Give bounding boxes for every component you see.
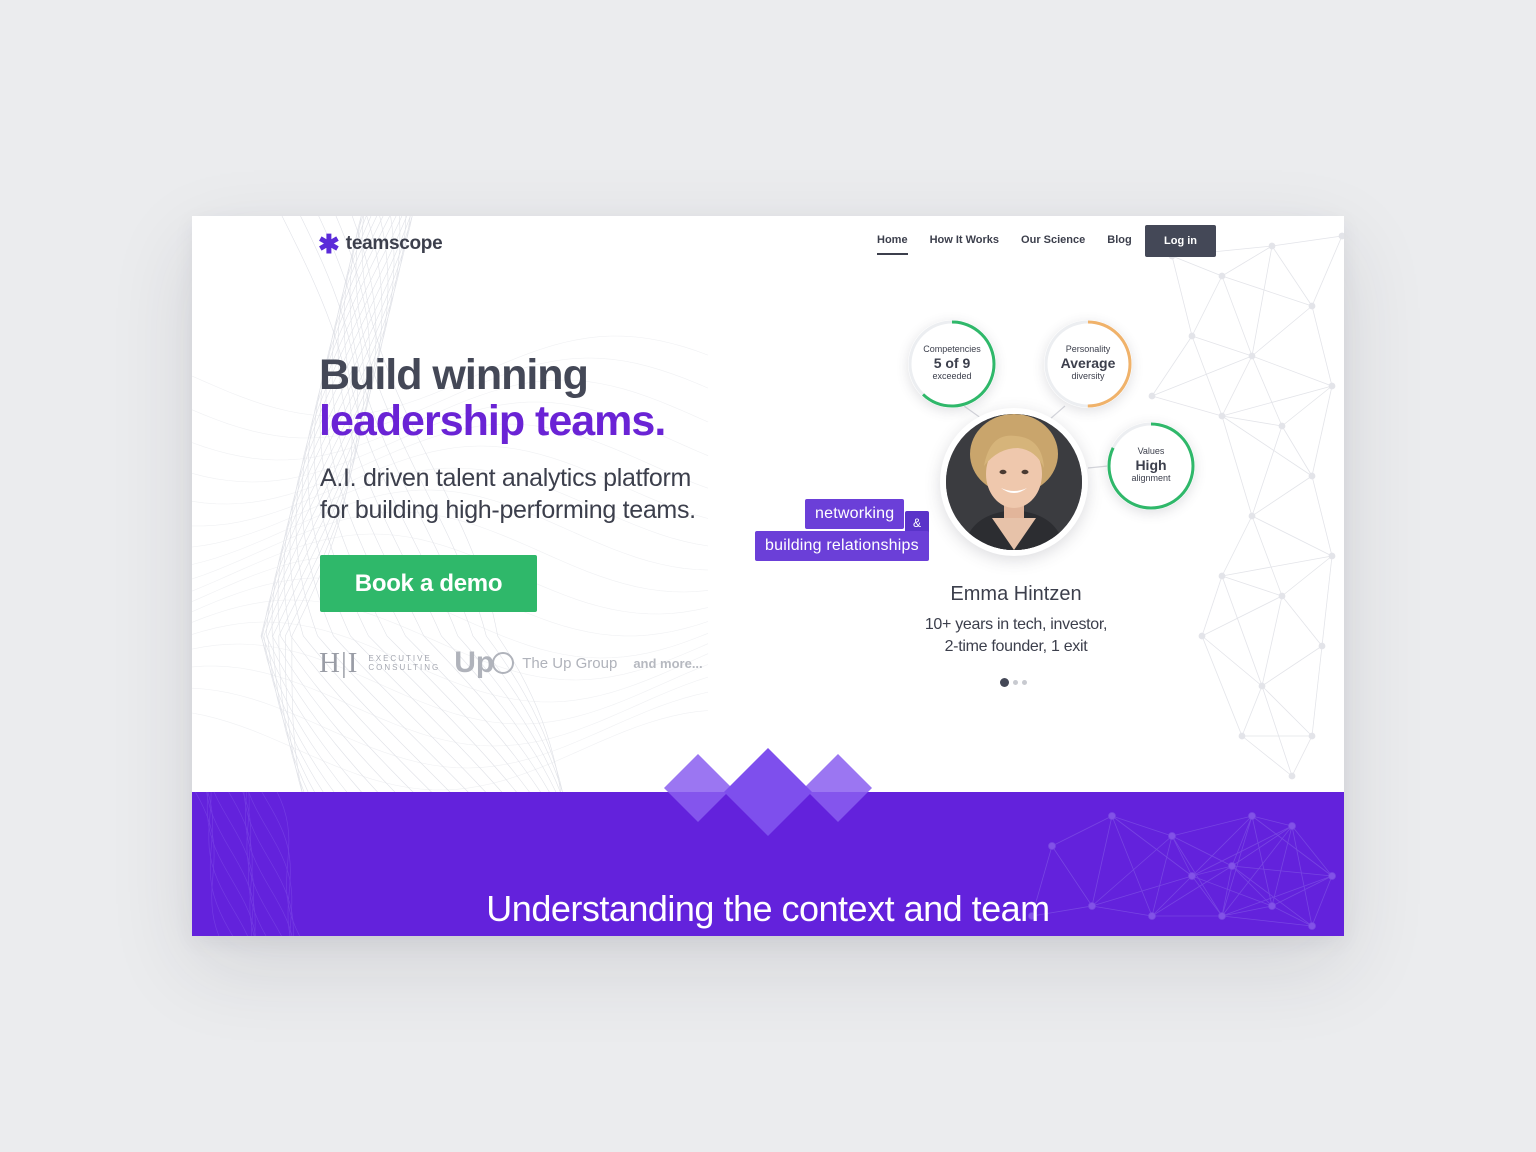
diamond-center <box>724 748 812 836</box>
section-title: Understanding the context and team <box>486 888 1050 929</box>
diamond-left <box>664 754 732 822</box>
diamond-right <box>804 754 872 822</box>
band-decoration <box>195 748 1336 936</box>
browser-page: ✱ teamscope Home How It Works Our Scienc… <box>192 216 1344 936</box>
